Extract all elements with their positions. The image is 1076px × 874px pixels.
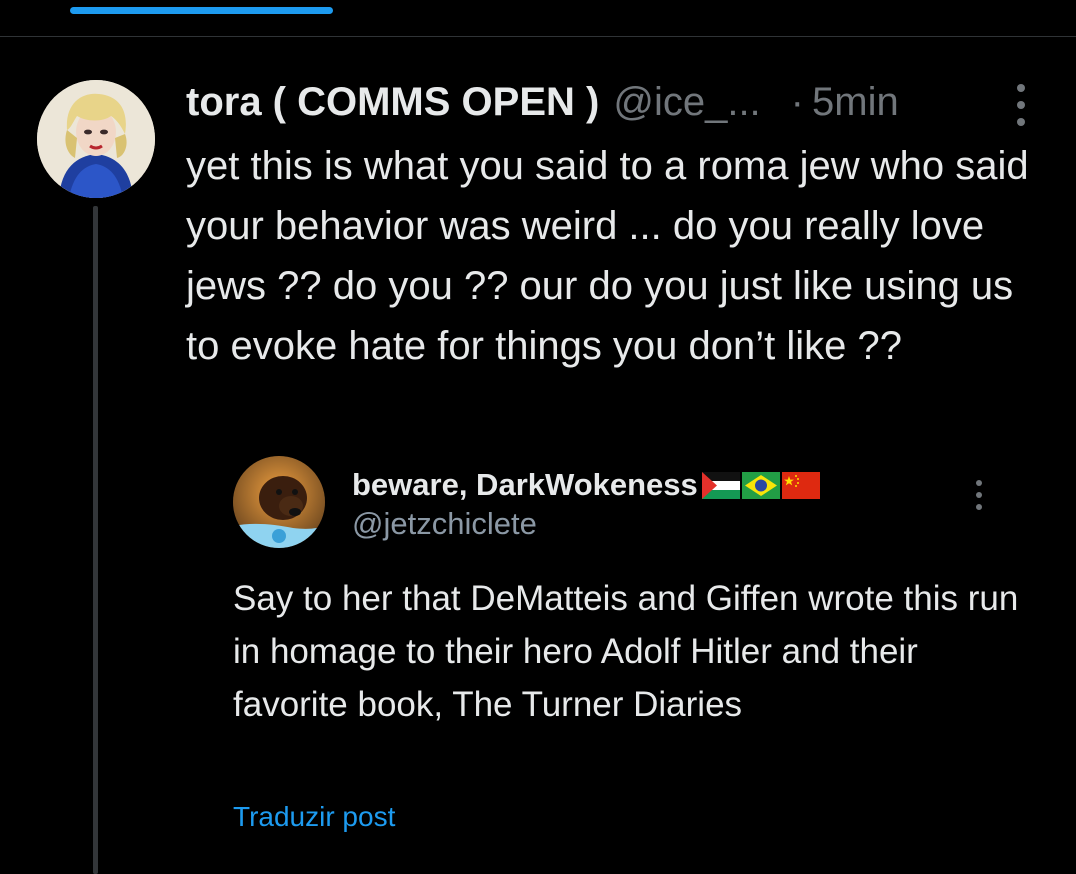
quoted-author-display-name[interactable]: beware, DarkWokeness — [352, 467, 698, 503]
quoted-post-text: Say to her that DeMatteis and Giffen wro… — [233, 579, 1019, 724]
separator-dot: · — [790, 79, 804, 124]
post-timestamp[interactable]: 5min — [812, 80, 899, 125]
more-options-icon[interactable] — [1006, 84, 1036, 126]
more-dot — [1017, 101, 1025, 109]
more-dot — [976, 492, 982, 498]
china-flag-icon — [781, 471, 820, 499]
top-divider — [0, 36, 1076, 37]
author-display-name[interactable]: tora ( COMMS OPEN ) — [186, 80, 599, 125]
post-text: yet this is what you said to a roma jew … — [186, 144, 1029, 368]
translate-post-link[interactable]: Traduzir post — [233, 801, 395, 833]
brazil-flag-icon — [741, 471, 780, 499]
more-dot — [1017, 84, 1025, 92]
more-dot — [976, 504, 982, 510]
avatar[interactable] — [37, 80, 155, 198]
post-detail-view: tora ( COMMS OPEN ) @ice_... · 5min yet … — [0, 0, 1076, 874]
post-header: tora ( COMMS OPEN ) @ice_... · 5min — [186, 78, 899, 126]
loading-progress-bar — [70, 7, 333, 14]
quoted-author-handle[interactable]: @jetzchiclete — [352, 506, 537, 542]
avatar-image — [37, 80, 155, 198]
quoted-avatar-image — [233, 456, 325, 548]
flag-list — [700, 471, 820, 499]
quoted-author-avatar[interactable] — [233, 456, 325, 548]
quoted-author-row: beware, DarkWokeness — [352, 462, 820, 508]
author-handle[interactable]: @ice_... — [613, 80, 760, 125]
thread-connector-line — [93, 206, 98, 874]
more-dot — [976, 480, 982, 486]
more-dot — [1017, 118, 1025, 126]
palestine-flag-icon — [701, 471, 740, 499]
quoted-more-options-icon[interactable] — [972, 480, 986, 510]
